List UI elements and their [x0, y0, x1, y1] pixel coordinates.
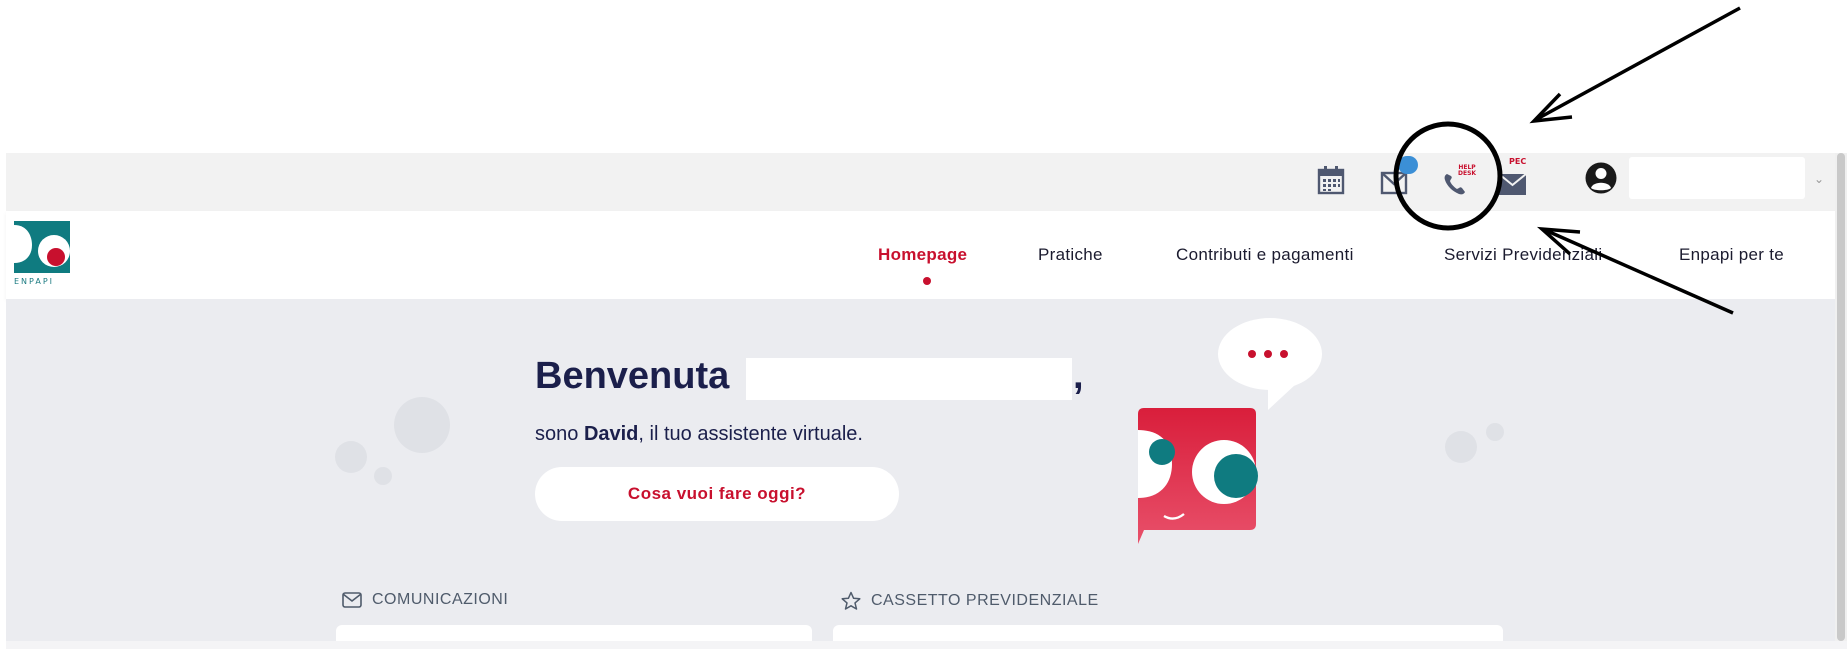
- comunicazioni-section-header: COMUNICAZIONI: [342, 591, 508, 609]
- decorative-circle: [394, 397, 450, 453]
- chevron-down-icon[interactable]: ⌄: [1814, 172, 1824, 186]
- welcome-heading: Benvenuta: [535, 355, 730, 397]
- hero-section: Benvenuta , sono David, il tuo assistent…: [6, 299, 1847, 649]
- nav-servizi-previdenziali[interactable]: Servizi Previdenziali: [1444, 245, 1602, 265]
- assistant-intro: sono David, il tuo assistente virtuale.: [535, 423, 863, 445]
- cassetto-title: CASSETTO PREVIDENZIALE: [871, 592, 1099, 609]
- welcome-comma: ,: [1073, 355, 1084, 397]
- notification-badge: [1398, 156, 1418, 174]
- cassetto-section-header: CASSETTO PREVIDENZIALE: [841, 591, 1099, 611]
- comunicazioni-title: COMUNICAZIONI: [372, 591, 509, 608]
- nav-enpapi-per-te[interactable]: Enpapi per te: [1679, 245, 1784, 265]
- star-icon: [841, 591, 861, 610]
- active-nav-indicator: [923, 277, 931, 285]
- pec-label: PEC: [1509, 157, 1527, 166]
- phone-help-desk-icon[interactable]: HELP DESK: [1438, 159, 1480, 199]
- redacted-user-name: [746, 358, 1072, 400]
- nav-pratiche[interactable]: Pratiche: [1038, 245, 1103, 265]
- decorative-circle: [1445, 431, 1477, 463]
- top-utility-bar: HELP DESK PEC ⌄: [6, 153, 1847, 211]
- decorative-circle: [374, 467, 392, 485]
- help-desk-label: HELP DESK: [1458, 164, 1477, 177]
- screenshot-stage: HELP DESK PEC ⌄ ENPAPI Homepage Pratiche…: [0, 0, 1847, 649]
- mail-notification-icon[interactable]: [1376, 156, 1418, 199]
- logo-text: ENPAPI: [14, 277, 55, 286]
- decorative-circle: [1486, 423, 1504, 441]
- user-avatar-icon[interactable]: [1585, 161, 1617, 199]
- pec-mail-icon[interactable]: PEC: [1496, 157, 1532, 201]
- decorative-circle: [335, 441, 367, 473]
- calendar-icon[interactable]: [1316, 163, 1346, 197]
- cosa-vuoi-fare-oggi-button[interactable]: Cosa vuoi fare oggi?: [535, 467, 899, 521]
- scrollbar-thumb[interactable]: [1837, 153, 1845, 641]
- david-assistant-mascot-icon: [1128, 314, 1328, 558]
- nav-homepage[interactable]: Homepage: [878, 245, 967, 265]
- bottom-strip: [6, 641, 1847, 649]
- user-name-field[interactable]: [1629, 157, 1805, 199]
- main-navigation: ENPAPI Homepage Pratiche Contributi e pa…: [6, 211, 1847, 299]
- nav-contributi-e-pagamenti[interactable]: Contributi e pagamenti: [1176, 245, 1354, 265]
- envelope-icon: [342, 592, 362, 608]
